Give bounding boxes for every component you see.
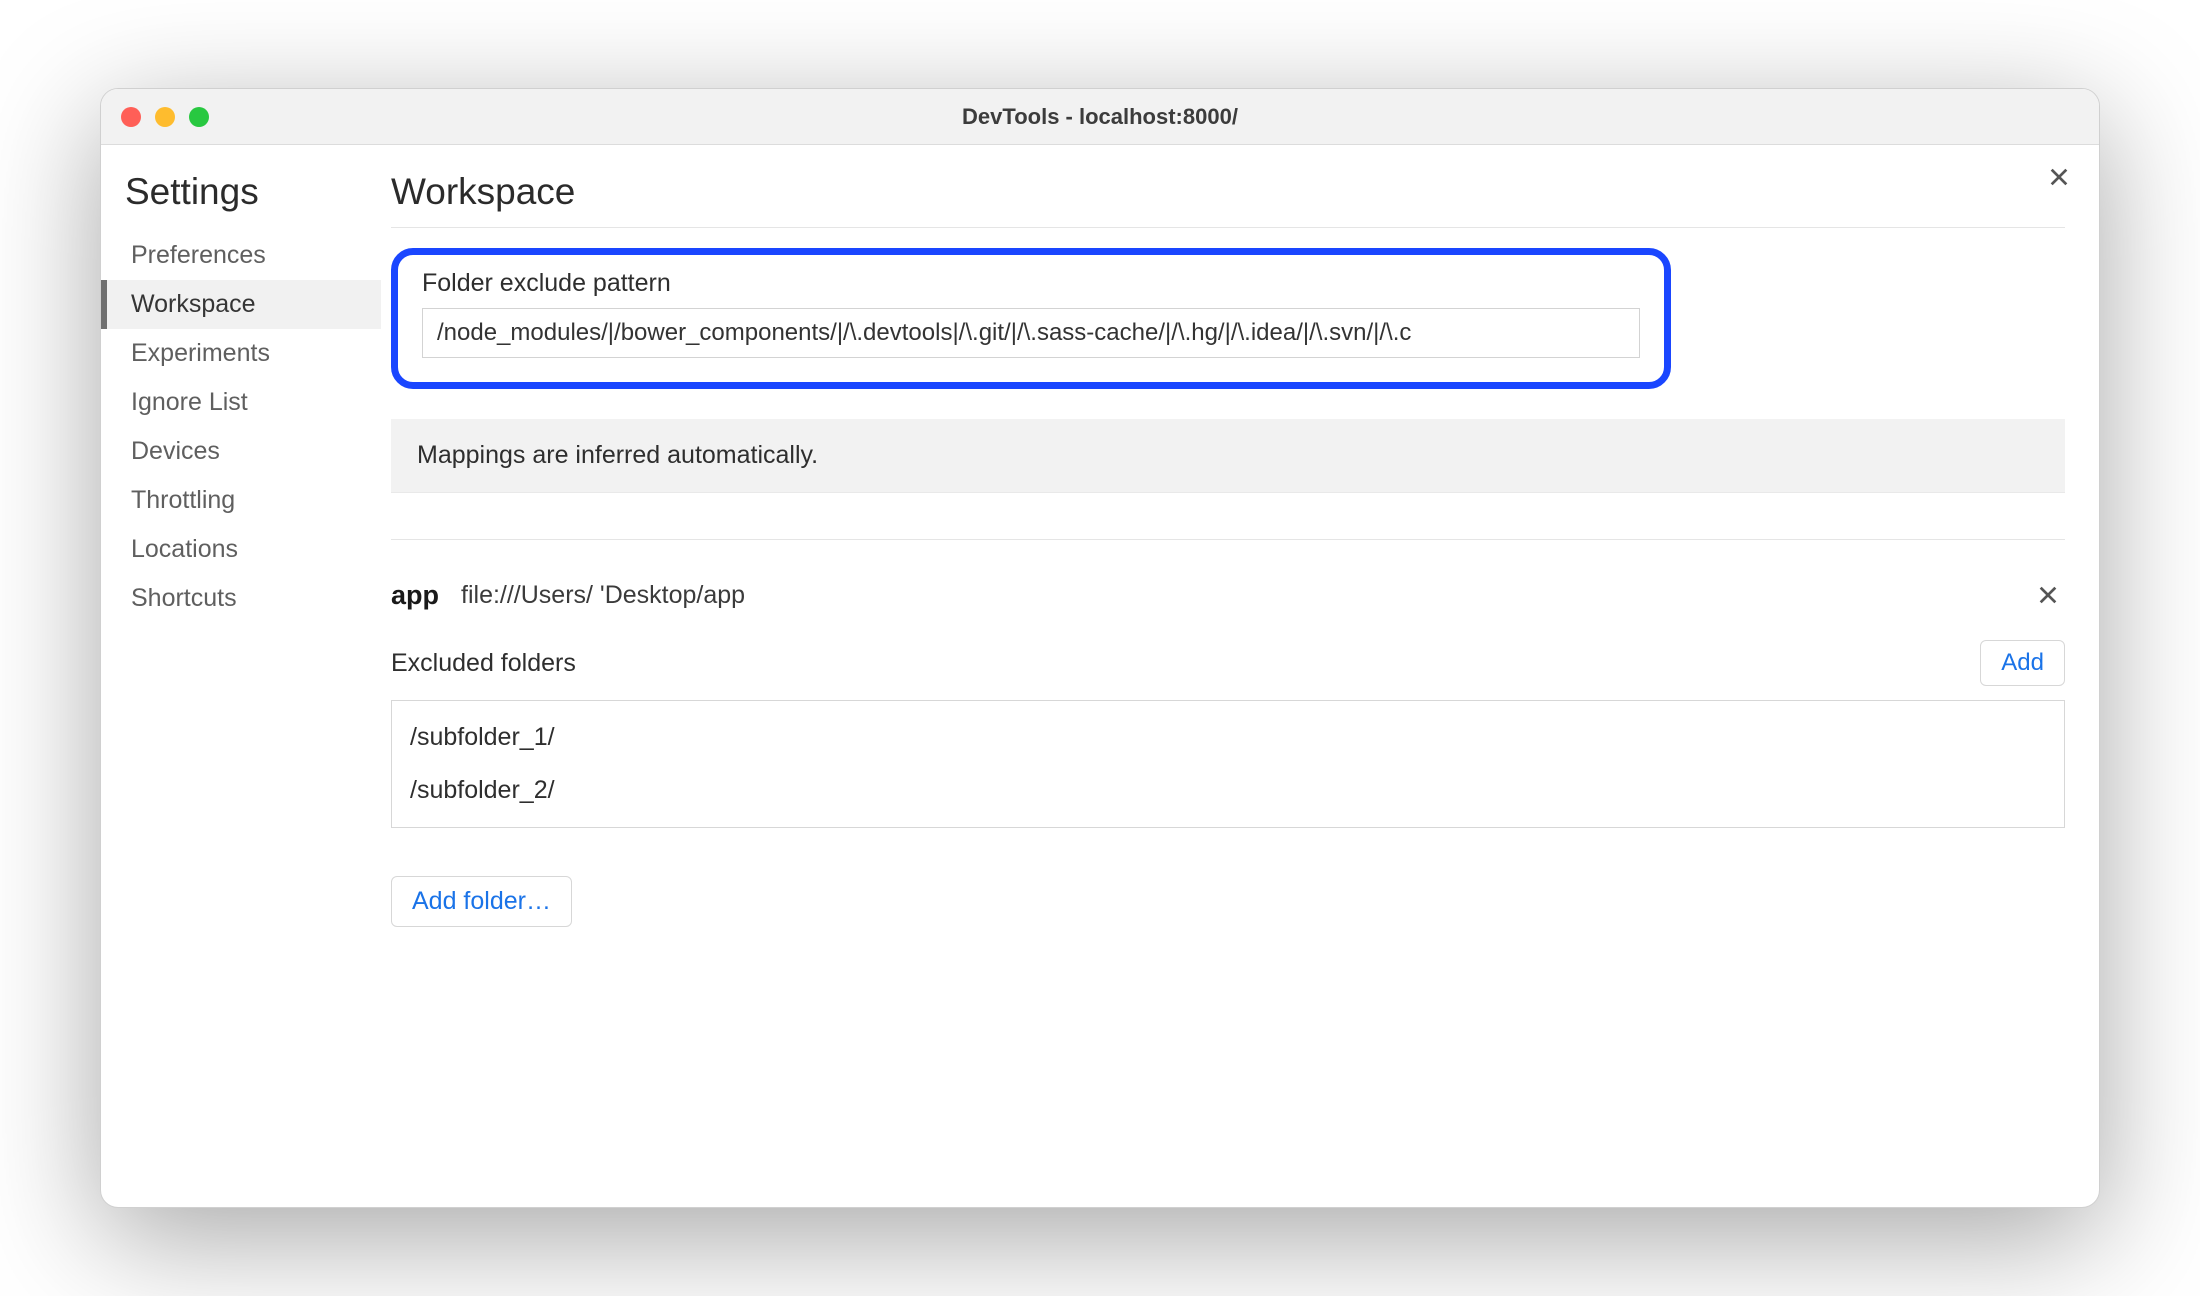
- exclude-pattern-label: Folder exclude pattern: [422, 269, 1640, 298]
- sidebar-item-locations[interactable]: Locations: [101, 525, 381, 574]
- folder-name: app: [391, 580, 439, 611]
- window-titlebar: DevTools - localhost:8000/: [101, 89, 2099, 145]
- settings-sidebar: Settings Preferences Workspace Experimen…: [101, 145, 381, 1207]
- devtools-settings-window: DevTools - localhost:8000/ Settings Pref…: [100, 88, 2100, 1208]
- sidebar-item-ignore-list[interactable]: Ignore List: [101, 378, 381, 427]
- settings-main: Workspace Folder exclude pattern Mapping…: [381, 145, 2099, 1207]
- sidebar-item-devices[interactable]: Devices: [101, 427, 381, 476]
- page-title: Workspace: [391, 171, 2065, 228]
- settings-content: Settings Preferences Workspace Experimen…: [101, 145, 2099, 1207]
- close-icon: [2037, 584, 2059, 606]
- add-excluded-button[interactable]: Add: [1980, 640, 2065, 686]
- close-icon: [2048, 166, 2070, 188]
- settings-heading: Settings: [101, 171, 381, 231]
- sidebar-item-throttling[interactable]: Throttling: [101, 476, 381, 525]
- workspace-folder-section: app file:///Users/ 'Desktop/app Excluded…: [391, 539, 2065, 927]
- close-settings-button[interactable]: [2043, 161, 2075, 193]
- sidebar-item-shortcuts[interactable]: Shortcuts: [101, 574, 381, 623]
- sidebar-item-experiments[interactable]: Experiments: [101, 329, 381, 378]
- exclude-pattern-highlight: Folder exclude pattern: [391, 248, 1671, 389]
- excluded-folders-row: Excluded folders Add: [391, 640, 2065, 686]
- sidebar-item-preferences[interactable]: Preferences: [101, 231, 381, 280]
- folder-path: file:///Users/ 'Desktop/app: [461, 581, 745, 610]
- exclude-pattern-input[interactable]: [422, 308, 1640, 358]
- excluded-folders-label: Excluded folders: [391, 649, 576, 678]
- mappings-info-banner: Mappings are inferred automatically.: [391, 419, 2065, 493]
- folder-header: app file:///Users/ 'Desktop/app: [391, 578, 2065, 612]
- excluded-folder-item[interactable]: /subfolder_1/: [392, 711, 2064, 764]
- add-folder-button[interactable]: Add folder…: [391, 876, 572, 927]
- excluded-folders-list: /subfolder_1/ /subfolder_2/: [391, 700, 2065, 828]
- remove-folder-button[interactable]: [2031, 578, 2065, 612]
- window-title: DevTools - localhost:8000/: [101, 104, 2099, 130]
- excluded-folder-item[interactable]: /subfolder_2/: [392, 764, 2064, 817]
- sidebar-item-workspace[interactable]: Workspace: [101, 280, 381, 329]
